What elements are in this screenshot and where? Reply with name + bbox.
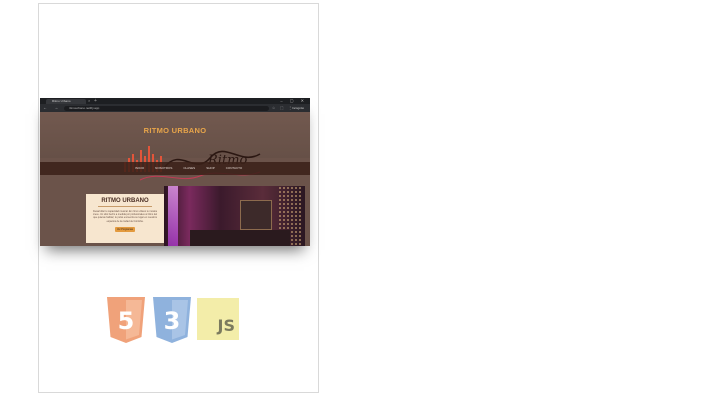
url-field[interactable]: ritmourbano.netlify.app: [64, 105, 269, 111]
site-nav: INICIO NOSOTROS CLASES SHOP CONTACTO: [40, 162, 310, 175]
card-cta-button[interactable]: Ver Programas: [115, 226, 135, 232]
website-page: RITMO URBANO Ritmo INICIO NOSOTROS CLASE…: [40, 112, 310, 246]
html5-logo-icon: 5: [107, 297, 145, 343]
hero-neon-light: [168, 186, 178, 246]
js-label: JS: [217, 316, 235, 335]
html5-number: 5: [118, 307, 135, 335]
hero-info-card: RITMO URBANO Desarrollar tu capacidad mu…: [86, 194, 164, 243]
card-divider: [98, 206, 152, 207]
address-bar-row: ← → ⟳ ritmourbano.netlify.app ☆ ⬚ ⋮ Incó…: [40, 104, 310, 112]
incognito-badge[interactable]: Incógnito: [292, 104, 304, 112]
javascript-logo-icon: JS: [197, 298, 239, 340]
css3-logo-icon: 3: [153, 297, 191, 343]
nav-item-inicio[interactable]: INICIO: [135, 162, 144, 175]
hero-desk: [190, 230, 290, 246]
nav-item-contacto[interactable]: CONTACTO: [226, 162, 243, 175]
card-title: RITMO URBANO: [101, 198, 149, 204]
nav-item-shop[interactable]: SHOP: [206, 162, 215, 175]
nav-item-clases[interactable]: CLASES: [183, 162, 195, 175]
brand-title: RITMO URBANO: [143, 126, 207, 135]
equalizer-logo-icon: Ritmo: [124, 146, 261, 181]
hero-monitor: [240, 200, 272, 230]
browser-window: Ritmo Urbano × + – ▢ ✕ ← → ⟳ ritmourbano…: [40, 98, 310, 246]
card-text: Desarrollar tu capacidad musical. En rit…: [92, 210, 158, 223]
css3-number: 3: [164, 307, 181, 335]
nav-item-nosotros[interactable]: NOSOTROS: [155, 162, 172, 175]
toolbar-icons[interactable]: ☆ ⬚ ⋮: [272, 104, 294, 112]
